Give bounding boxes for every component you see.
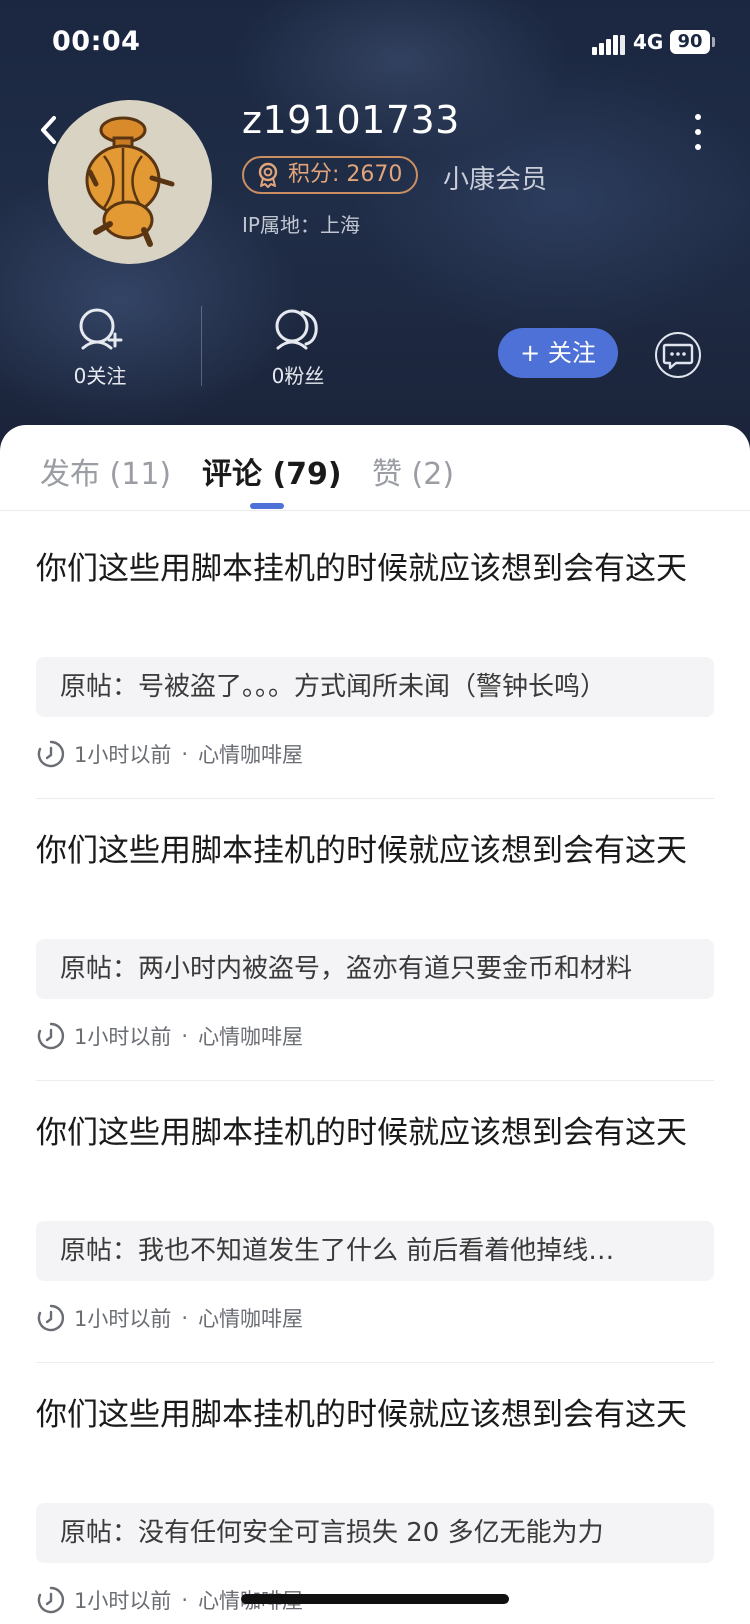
- comment-text: 你们这些用脚本挂机的时候就应该想到会有这天: [36, 833, 687, 869]
- followers-stat[interactable]: 0粉丝: [238, 306, 358, 389]
- clock-icon: [37, 1586, 65, 1614]
- tab-comments[interactable]: 评论 (79): [202, 449, 342, 493]
- comment-time: 1小时以前: [74, 1025, 172, 1049]
- tab-likes[interactable]: 赞 (2): [372, 449, 454, 493]
- status-time: 00:04: [52, 26, 141, 57]
- comment-meta: 1小时以前 · 心情咖啡屋: [36, 739, 303, 769]
- following-count: 0关注: [73, 364, 127, 388]
- cellular-signal-icon: [592, 33, 626, 55]
- profile-header: 00:04 4G 90 z19101733 积分: 2670 小康会员 IP属地…: [0, 0, 750, 460]
- comment-item[interactable]: 你们这些用脚本挂机的时候就应该想到会有这天 原帖：两小时内被盗号，盗亦有道只要金…: [36, 799, 714, 1081]
- meta-separator: ·: [181, 1306, 189, 1330]
- message-button[interactable]: [655, 332, 701, 378]
- comment-time: 1小时以前: [74, 1307, 172, 1331]
- username: z19101733: [242, 98, 460, 142]
- tab-bar: 发布 (11) 评论 (79) 赞 (2): [0, 425, 750, 511]
- meta-separator: ·: [181, 1588, 189, 1612]
- comment-forum[interactable]: 心情咖啡屋: [198, 1303, 303, 1333]
- stats-divider: [201, 306, 202, 386]
- original-post-quote[interactable]: 原帖：没有任何安全可言损失 20 多亿无能为力: [36, 1503, 714, 1563]
- medal-icon: [258, 162, 278, 188]
- battery-icon: 90: [670, 30, 710, 54]
- member-level: 小康会员: [443, 165, 548, 195]
- comment-meta: 1小时以前 · 心情咖啡屋: [36, 1303, 303, 1333]
- clock-icon: [37, 740, 65, 768]
- original-post-quote[interactable]: 原帖：两小时内被盗号，盗亦有道只要金币和材料: [36, 939, 714, 999]
- content-card: 发布 (11) 评论 (79) 赞 (2) 你们这些用脚本挂机的时候就应该想到会…: [0, 425, 750, 1624]
- avatar[interactable]: [48, 100, 212, 264]
- original-post-quote[interactable]: 原帖：我也不知道发生了什么 前后看着他掉线…: [36, 1221, 714, 1281]
- comment-text: 你们这些用脚本挂机的时候就应该想到会有这天: [36, 1115, 687, 1151]
- comment-time: 1小时以前: [74, 1589, 172, 1613]
- battery-tip: [712, 37, 715, 47]
- comment-item[interactable]: 你们这些用脚本挂机的时候就应该想到会有这天 原帖：号被盗了。。。方式闻所未闻（警…: [36, 517, 714, 799]
- clock-icon: [37, 1022, 65, 1050]
- comment-text: 你们这些用脚本挂机的时候就应该想到会有这天: [36, 1397, 687, 1433]
- status-bar: 00:04 4G 90: [0, 0, 750, 90]
- meta-separator: ·: [181, 1024, 189, 1048]
- active-tab-indicator: [250, 503, 284, 509]
- original-post-quote[interactable]: 原帖：号被盗了。。。方式闻所未闻（警钟长鸣）: [36, 657, 714, 717]
- comment-item[interactable]: 你们这些用脚本挂机的时候就应该想到会有这天 原帖：没有任何安全可言损失 20 多…: [36, 1363, 714, 1624]
- add-user-icon: [79, 308, 123, 350]
- comment-time: 1小时以前: [74, 743, 172, 767]
- network-type: 4G: [633, 30, 664, 54]
- meta-separator: ·: [181, 742, 189, 766]
- ip-location: IP属地：上海: [242, 213, 360, 237]
- home-indicator[interactable]: [241, 1594, 509, 1604]
- clock-icon: [37, 1304, 65, 1332]
- points-value: 积分: 2670: [288, 162, 403, 187]
- comment-forum[interactable]: 心情咖啡屋: [198, 739, 303, 769]
- points-badge[interactable]: 积分: 2670: [242, 156, 419, 194]
- following-stat[interactable]: 0关注: [40, 306, 160, 389]
- comment-item[interactable]: 你们这些用脚本挂机的时候就应该想到会有这天 原帖：我也不知道发生了什么 前后看着…: [36, 1081, 714, 1363]
- follow-button[interactable]: + 关注: [498, 328, 618, 378]
- comment-forum[interactable]: 心情咖啡屋: [198, 1021, 303, 1051]
- followers-count: 0粉丝: [271, 364, 325, 388]
- comment-meta: 1小时以前 · 心情咖啡屋: [36, 1021, 303, 1051]
- more-options-button[interactable]: [685, 112, 711, 152]
- tab-posts[interactable]: 发布 (11): [40, 449, 171, 493]
- users-icon: [275, 309, 318, 350]
- gourd-character-icon: [85, 116, 175, 247]
- comment-text: 你们这些用脚本挂机的时候就应该想到会有这天: [36, 551, 687, 587]
- chat-bubble-icon: [662, 343, 694, 370]
